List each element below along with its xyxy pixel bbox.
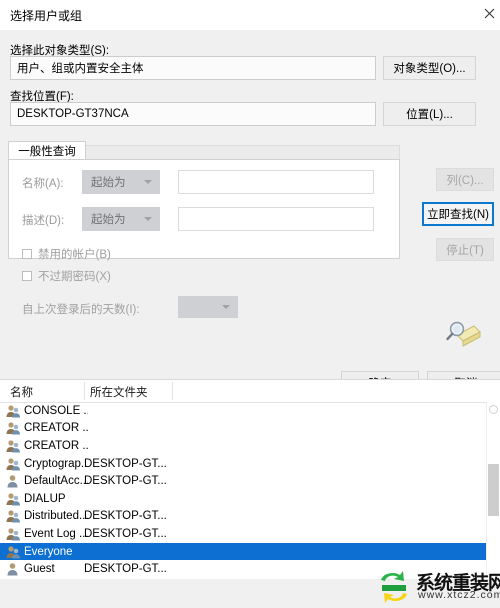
group-icon-glyph (6, 422, 20, 435)
column-divider[interactable] (84, 382, 85, 400)
group-icon (5, 457, 21, 471)
group-icon (5, 545, 21, 559)
column-header-folder[interactable]: 所在文件夹 (90, 384, 148, 400)
group-icon (5, 404, 21, 418)
table-row[interactable]: Event Log ... DESKTOP-GT... (0, 525, 500, 543)
select-user-or-group-dialog: 选择用户或组 选择此对象类型(S): 用户、组或内置安全主体 对象类型(O)..… (0, 0, 500, 608)
table-row[interactable]: CREATOR ... (0, 437, 500, 455)
description-input[interactable] (178, 207, 374, 231)
user-icon (5, 474, 21, 488)
table-row[interactable]: Everyone (0, 542, 500, 561)
tab-strip-filler (86, 145, 400, 160)
find-now-button[interactable]: 立即查找(N) (422, 202, 494, 226)
recycle-logo-icon (381, 571, 407, 603)
name-label: 名称(A): (22, 178, 64, 190)
days-since-label: 自上次登录后的天数(I): (22, 304, 140, 316)
object-types-button[interactable]: 对象类型(O)... (383, 56, 476, 80)
group-icon-glyph (6, 545, 20, 559)
list-rows: CONSOLE ... CREATOR ... CREATOR ... Cryptog… (0, 402, 500, 579)
description-label: 描述(D): (22, 215, 65, 227)
title-bar: 选择用户或组 (0, 0, 500, 30)
checkbox-box (22, 249, 32, 259)
row-name: Cryptograp... (24, 457, 88, 470)
table-row[interactable]: DefaultAcc... DESKTOP-GT... (0, 472, 500, 490)
tab-strip: 一般性查询 (8, 141, 400, 160)
group-icon (5, 492, 21, 506)
scrollbar-thumb[interactable] (488, 464, 499, 516)
columns-button[interactable]: 列(C)... (436, 168, 494, 191)
group-icon-glyph (6, 457, 20, 471)
watermark: 系统重装网 www.xtcz2.com (374, 566, 500, 608)
row-name: CONSOLE ... (24, 404, 88, 417)
row-folder: DESKTOP-GT... (84, 475, 167, 488)
column-header-name[interactable]: 名称 (10, 384, 33, 400)
window-title: 选择用户或组 (10, 9, 83, 23)
disabled-accounts-checkbox[interactable]: 禁用的帐户(B) (22, 246, 111, 262)
chevron-down-icon (222, 305, 230, 309)
row-name: Guest (24, 563, 55, 576)
disabled-accounts-label: 禁用的帐户(B) (38, 249, 111, 261)
chevron-down-icon (144, 180, 152, 184)
row-folder: DESKTOP-GT... (84, 510, 167, 523)
non-expiring-password-checkbox[interactable]: 不过期密码(X) (22, 268, 111, 284)
tab-common-queries[interactable]: 一般性查询 (8, 141, 86, 160)
group-icon-glyph (6, 493, 20, 506)
group-icon (5, 421, 21, 435)
close-icon[interactable] (478, 0, 500, 26)
row-name: Event Log ... (24, 527, 88, 540)
scrollbar-up-cap[interactable] (489, 405, 498, 414)
location-field[interactable]: DESKTOP-GT37NCA (10, 102, 376, 126)
chevron-down-icon (144, 217, 152, 221)
magnifier-folder-icon (444, 318, 482, 352)
list-scrollbar[interactable] (486, 402, 500, 579)
table-row[interactable]: Distributed... DESKTOP-GT... (0, 508, 500, 526)
row-name: DIALUP (24, 492, 66, 505)
group-icon-glyph (6, 510, 20, 523)
locations-button[interactable]: 位置(L)... (383, 102, 476, 126)
row-name: Everyone (24, 545, 73, 558)
user-icon (5, 562, 21, 576)
name-condition-select[interactable]: 起始为 (82, 170, 160, 194)
table-row[interactable]: DIALUP (0, 490, 500, 508)
row-folder: DESKTOP-GT... (84, 563, 167, 576)
checkbox-box (22, 271, 32, 281)
row-name: DefaultAcc... (24, 475, 88, 488)
group-icon-glyph (6, 440, 20, 453)
user-icon-glyph (7, 475, 18, 488)
table-row[interactable]: CREATOR ... (0, 420, 500, 438)
name-condition-value: 起始为 (91, 177, 126, 189)
name-input[interactable] (178, 170, 374, 194)
magnifier-folder-glyph (446, 321, 481, 347)
row-folder: DESKTOP-GT... (84, 457, 167, 470)
search-results-list: 名称 所在文件夹 CONSOLE ... CREATOR ... CREATOR .… (0, 379, 500, 579)
stop-button[interactable]: 停止(T) (436, 238, 494, 261)
row-folder: DESKTOP-GT... (84, 527, 167, 540)
row-name: CREATOR ... (24, 439, 88, 452)
group-icon (5, 509, 21, 523)
description-condition-value: 起始为 (91, 214, 126, 226)
watermark-url: www.xtcz2.com (418, 589, 500, 601)
close-glyph (484, 8, 494, 18)
user-icon-glyph (7, 563, 18, 576)
group-icon (5, 527, 21, 541)
object-type-field[interactable]: 用户、组或内置安全主体 (10, 56, 376, 80)
group-icon-glyph (6, 528, 20, 541)
list-column-headers: 名称 所在文件夹 (0, 380, 500, 403)
group-icon-glyph (6, 405, 20, 418)
row-name: CREATOR ... (24, 422, 88, 435)
group-icon (5, 439, 21, 453)
non-expiring-password-label: 不过期密码(X) (38, 271, 111, 283)
column-divider[interactable] (172, 382, 173, 400)
days-since-select[interactable] (178, 296, 238, 318)
table-row[interactable]: CONSOLE ... (0, 402, 500, 420)
description-condition-select[interactable]: 起始为 (82, 207, 160, 231)
table-row[interactable]: Cryptograp... DESKTOP-GT... (0, 455, 500, 473)
row-name: Distributed... (24, 510, 88, 523)
